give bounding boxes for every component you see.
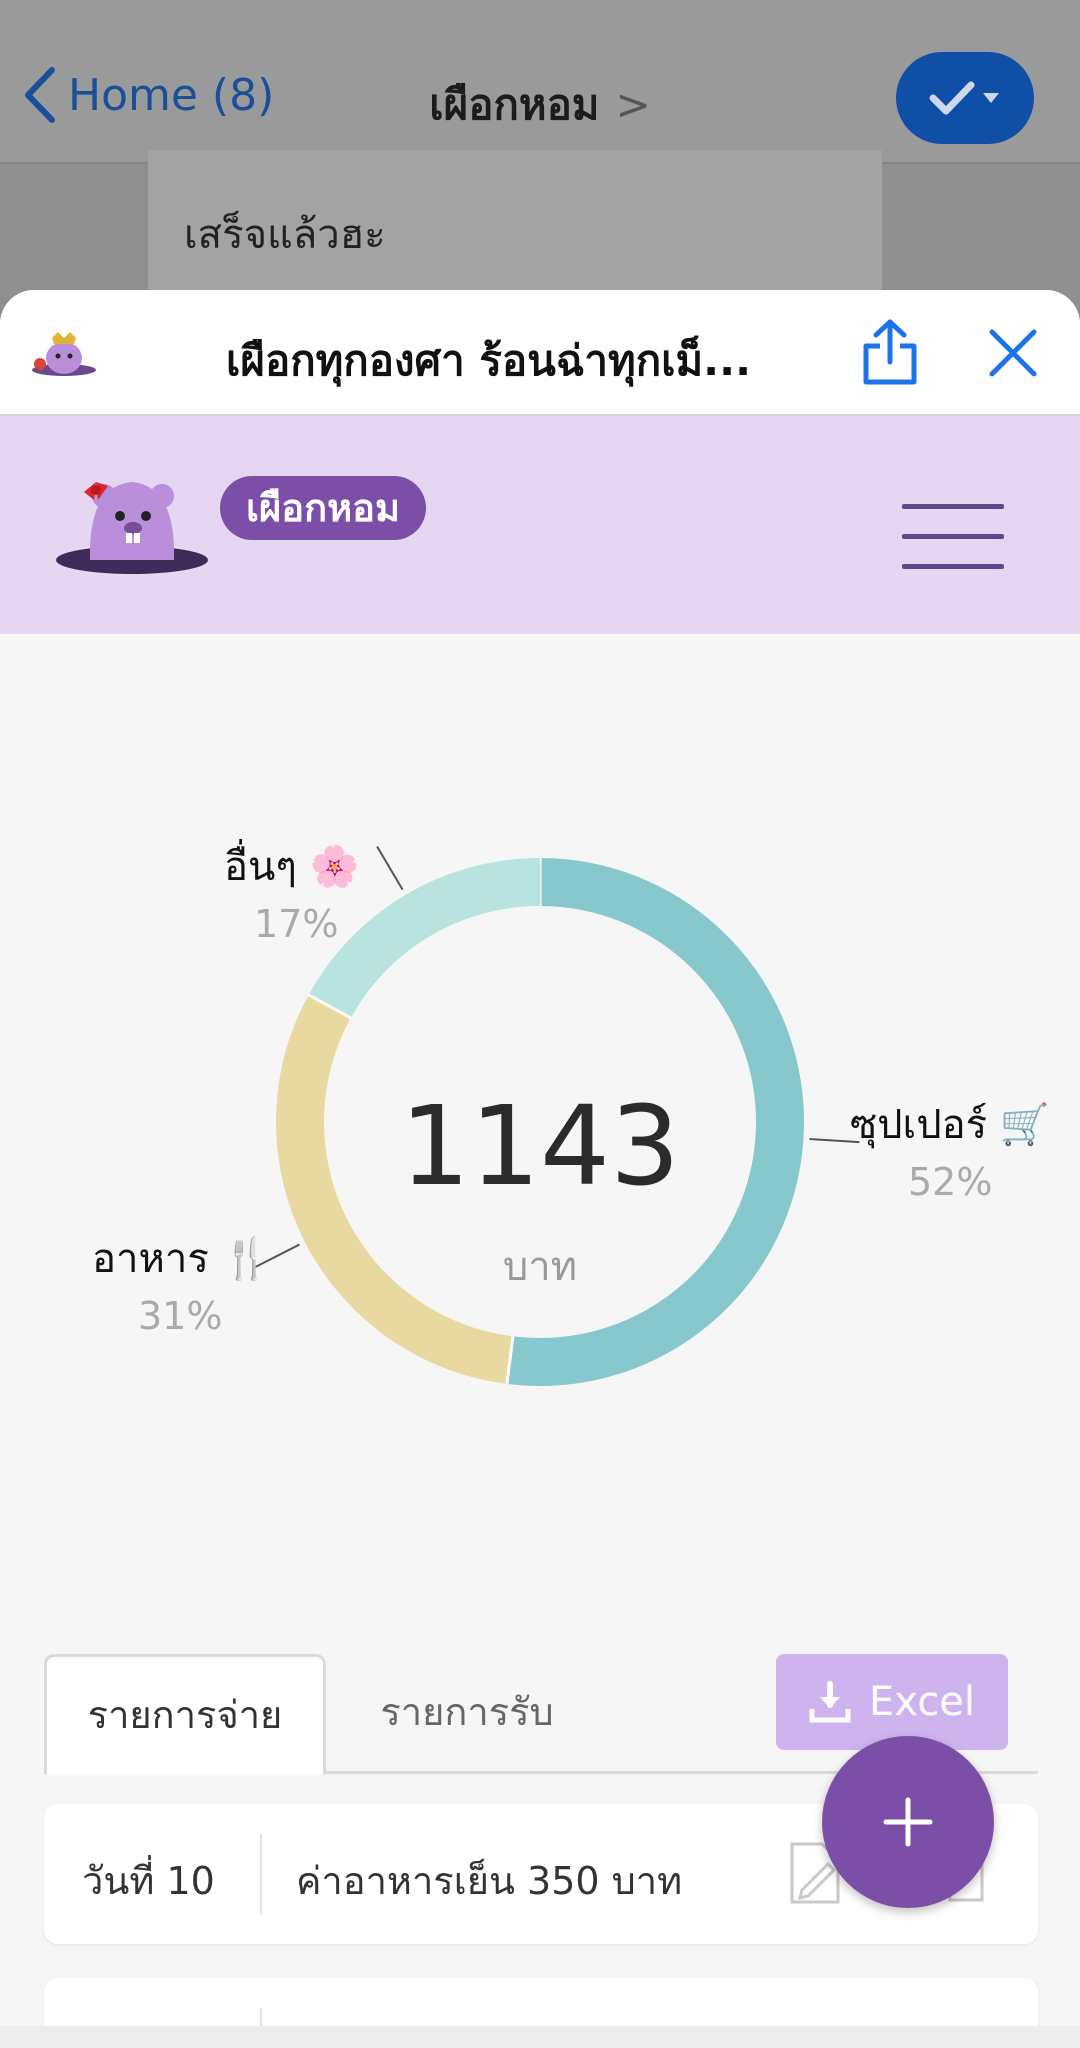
app-header: เผือกหอม (0, 416, 1080, 634)
chat-message-bubble: เสร็จแล้วฮะ (148, 150, 882, 290)
plus-icon (883, 1797, 933, 1847)
add-entry-button[interactable] (822, 1736, 994, 1908)
donut-chart: อื่นๆ 🌸 17% ซุปเปอร์ 🛒 52% อาหาร 🍴 31% 1… (0, 634, 1080, 1534)
hamburger-icon (902, 504, 1004, 509)
brand-label: เผือกหอม (220, 476, 427, 540)
slice-percent-food: 31% (138, 1294, 223, 1338)
hamburger-icon (902, 564, 1004, 569)
chat-message-text: เสร็จแล้วฮะ (184, 212, 386, 258)
sheet-title: เผือกทุกองศา ร้อนฉ่าทุกเม็... (226, 336, 752, 385)
slice-label-other: อื่นๆ 🌸 (224, 844, 360, 890)
chat-top-bar: Home (8) เผือกหอม > (0, 0, 1080, 164)
share-icon (863, 319, 917, 385)
tab-expense[interactable]: รายการจ่าย (44, 1654, 326, 1774)
hamburger-menu-button[interactable] (902, 504, 1004, 570)
excel-export-button[interactable]: Excel (776, 1654, 1008, 1750)
tab-income[interactable]: รายการรับ (326, 1654, 608, 1774)
sheet-header: เผือกทุกองศา ร้อนฉ่าทุกเม็... (0, 290, 1080, 416)
divider (260, 1834, 262, 1914)
hamburger-icon (902, 534, 1004, 539)
donut-slice (308, 858, 541, 1019)
liff-sheet: เผือกทุกองศา ร้อนฉ่าทุกเม็... เผือกหอม อ… (0, 290, 1080, 2048)
mascot-logo (32, 332, 96, 376)
excel-label: Excel (869, 1679, 975, 1725)
chevron-right-icon: > (615, 80, 651, 129)
bottom-edge (0, 2026, 1080, 2048)
check-icon (929, 81, 975, 115)
slice-percent-other: 17% (254, 902, 339, 946)
entry-description: ค่าอาหารเย็น 350 บาท (296, 1859, 683, 1903)
caret-down-icon (983, 93, 999, 103)
leader-line (376, 846, 404, 891)
mascot-icon (56, 482, 208, 574)
share-button[interactable] (860, 318, 920, 390)
total-amount: 1143 (400, 1082, 680, 1210)
close-icon (989, 329, 1037, 377)
entry-day: วันที่ 10 (82, 1859, 215, 1903)
close-button[interactable] (986, 326, 1040, 384)
check-dropdown-button[interactable] (896, 52, 1034, 144)
chat-title-text: เผือกหอม (429, 80, 600, 129)
total-unit: บาท (502, 1244, 578, 1290)
download-icon (809, 1681, 851, 1723)
